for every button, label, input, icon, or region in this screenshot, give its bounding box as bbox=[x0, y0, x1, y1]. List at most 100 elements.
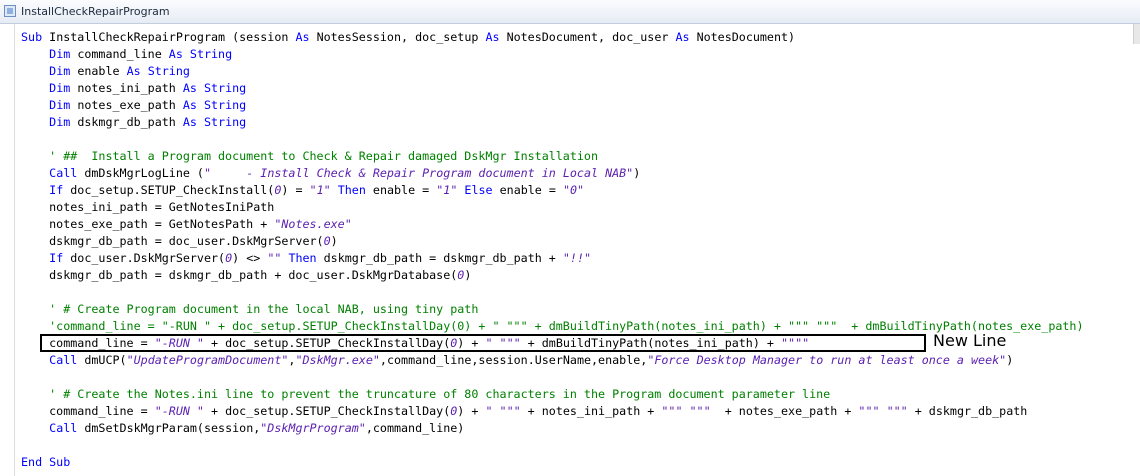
code-token: "!!" bbox=[562, 251, 592, 265]
code-line[interactable]: Call dmUCP("UpdateProgramDocument","DskM… bbox=[21, 352, 1013, 369]
code-token: Then bbox=[288, 251, 317, 265]
code-token: As bbox=[675, 30, 690, 44]
code-line[interactable]: dskmgr_db_path = doc_user.DskMgrServer(0… bbox=[21, 233, 338, 250]
code-token: "UpdateProgramDocument" bbox=[126, 353, 289, 367]
code-token: " """ bbox=[485, 404, 521, 418]
code-token: ) + bbox=[457, 336, 486, 350]
code-line[interactable]: If doc_user.DskMgrServer(0) <> "" Then d… bbox=[21, 250, 591, 267]
code-token: As bbox=[485, 30, 500, 44]
code-token: As String bbox=[182, 81, 247, 95]
code-token: NotesDocument) bbox=[689, 30, 796, 44]
code-line[interactable]: dskmgr_db_path = dskmgr_db_path + doc_us… bbox=[21, 267, 471, 284]
code-token: dskmgr_db_path = doc_user.DskMgrServer( bbox=[21, 234, 324, 248]
code-token: "1" bbox=[309, 183, 331, 197]
code-token: 'command_line = "-RUN " + doc_setup.SETU… bbox=[21, 319, 1084, 333]
code-token: "Notes.exe" bbox=[274, 217, 352, 231]
code-token: 0 bbox=[323, 234, 331, 248]
code-token: "0" bbox=[562, 183, 585, 197]
code-token: """ """ bbox=[661, 404, 711, 418]
code-line[interactable]: notes_exe_path = GetNotesPath + "Notes.e… bbox=[21, 216, 352, 233]
code-token: As String bbox=[182, 98, 247, 112]
code-token: "DskMgrProgram" bbox=[260, 421, 366, 435]
code-line[interactable]: End Sub bbox=[21, 454, 70, 471]
code-token: ) bbox=[330, 234, 338, 248]
code-line[interactable]: ' # Create Program document in the local… bbox=[21, 301, 478, 318]
code-token: + dmBuildTinyPath(notes_ini_path) + bbox=[520, 336, 781, 350]
code-token: + dskmgr_db_path bbox=[907, 404, 1028, 418]
code-token: ' # Create the Notes.ini line to prevent… bbox=[21, 387, 831, 401]
code-token: + notes_ini_path + bbox=[520, 404, 662, 418]
code-line[interactable]: notes_ini_path = GetNotesIniPath bbox=[21, 199, 274, 216]
code-line[interactable]: Call dmDskMgrLogLine (" - Install Check … bbox=[21, 165, 640, 182]
code-token: "-RUN " bbox=[154, 336, 204, 350]
code-token: "-RUN " bbox=[154, 404, 204, 418]
code-line[interactable]: ' ## Install a Program document to Check… bbox=[21, 148, 598, 165]
code-token: NotesSession, doc_setup bbox=[309, 30, 486, 44]
code-token: dskmgr_db_path = dskmgr_db_path + bbox=[316, 251, 563, 265]
code-line[interactable]: Dim enable As String bbox=[21, 63, 190, 80]
code-token: + doc_setup.SETUP_CheckInstallDay( bbox=[203, 336, 451, 350]
code-token: """ """ bbox=[858, 404, 908, 418]
code-token: As bbox=[295, 30, 310, 44]
code-token: """" bbox=[781, 336, 810, 350]
code-line[interactable]: Dim notes_exe_path As String bbox=[21, 97, 246, 114]
code-token: dmDskMgrLogLine ( bbox=[77, 166, 204, 180]
code-line[interactable]: Dim command_line As String bbox=[21, 46, 232, 63]
code-token: As String bbox=[168, 47, 233, 61]
code-token: ' # Create Program document in the local… bbox=[21, 302, 479, 316]
code-token: "1" bbox=[436, 183, 458, 197]
code-token: + doc_setup.SETUP_CheckInstallDay( bbox=[203, 404, 451, 418]
code-token: " - Install Check & Repair Program docum… bbox=[203, 166, 634, 180]
code-token: "DskMgr.exe" bbox=[295, 353, 380, 367]
code-token: Dim bbox=[49, 64, 71, 78]
new-line-annotation: New Line bbox=[933, 331, 1007, 350]
code-token: If bbox=[49, 251, 64, 265]
code-line[interactable]: Dim dskmgr_db_path As String bbox=[21, 114, 246, 131]
code-token: notes_exe_path = GetNotesPath + bbox=[21, 217, 275, 231]
code-token: ) bbox=[1006, 353, 1014, 367]
code-token: dskmgr_db_path = dskmgr_db_path + doc_us… bbox=[21, 268, 458, 282]
code-line[interactable]: Dim notes_ini_path As String bbox=[21, 80, 246, 97]
code-token: End Sub bbox=[21, 455, 71, 469]
code-token: Then bbox=[337, 183, 366, 197]
code-editor[interactable]: Sub InstallCheckRepairProgram (session A… bbox=[0, 24, 1140, 476]
code-token: dmSetDskMgrParam(session, bbox=[77, 421, 261, 435]
code-line[interactable]: 'command_line = "-RUN " + doc_setup.SETU… bbox=[21, 318, 1084, 335]
code-token: enable = bbox=[492, 183, 563, 197]
window-title: InstallCheckRepairProgram bbox=[21, 5, 170, 18]
code-token: ' ## Install a Program document to Check… bbox=[21, 149, 598, 163]
code-token: doc_user.DskMgrServer( bbox=[63, 251, 226, 265]
code-line[interactable]: command_line = "-RUN " + doc_setup.SETUP… bbox=[21, 403, 1027, 420]
code-token: "Force Desktop Manager to run at least o… bbox=[647, 353, 1007, 367]
code-token: ) = bbox=[281, 183, 310, 197]
code-token: NotesDocument, doc_user bbox=[499, 30, 676, 44]
code-token: ) bbox=[633, 166, 641, 180]
code-token: Dim bbox=[49, 81, 71, 95]
code-token: Sub bbox=[21, 30, 43, 44]
vertical-scrollbar[interactable] bbox=[1133, 24, 1140, 44]
code-token: Dim bbox=[49, 98, 71, 112]
code-token: ,command_line,session.UserName,enable, bbox=[379, 353, 648, 367]
code-line[interactable]: Sub InstallCheckRepairProgram (session A… bbox=[21, 29, 795, 46]
code-line[interactable]: ' # Create the Notes.ini line to prevent… bbox=[21, 386, 830, 403]
code-token: enable = bbox=[365, 183, 437, 197]
code-line[interactable]: If doc_setup.SETUP_CheckInstall(0) = "1"… bbox=[21, 182, 584, 199]
code-token: dmUCP( bbox=[77, 353, 127, 367]
code-line[interactable]: Call dmSetDskMgrParam(session,"DskMgrPro… bbox=[21, 420, 464, 437]
editor-gutter bbox=[0, 24, 15, 476]
code-token: doc_setup.SETUP_CheckInstall( bbox=[63, 183, 275, 197]
code-line[interactable]: command_line = "-RUN " + doc_setup.SETUP… bbox=[21, 335, 809, 352]
code-token: Call bbox=[49, 166, 78, 180]
code-token: Dim bbox=[49, 115, 71, 129]
code-token: Else bbox=[464, 183, 493, 197]
